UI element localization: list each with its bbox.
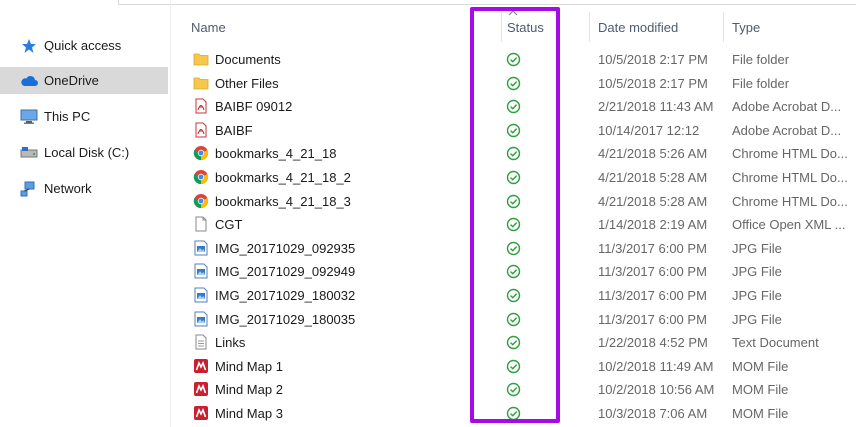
file-name: Links	[215, 335, 246, 351]
chrome-icon	[193, 169, 209, 185]
mindmap-icon	[193, 381, 209, 397]
nav-item-quick-access[interactable]: Quick access	[0, 32, 168, 59]
text-file-icon	[193, 334, 209, 350]
file-type: MOM File	[732, 406, 789, 421]
file-name: Documents	[215, 52, 281, 67]
file-type: Office Open XML ...	[732, 217, 846, 233]
file-type: File folder	[732, 75, 790, 91]
navigation-pane: Quick access OneDrive This PC Local Disk…	[0, 30, 168, 427]
column-header-name[interactable]: Name	[191, 20, 226, 35]
file-name: Mind Map 3	[215, 406, 283, 421]
file-name: BAIBF 09012	[215, 99, 293, 115]
file-date-modified: 1/22/2018 4:52 PM	[598, 335, 708, 351]
nav-item-label: OneDrive	[44, 73, 99, 88]
nav-item-label: Network	[44, 181, 92, 196]
nav-item-label: Quick access	[44, 38, 122, 53]
file-date-modified: 11/3/2017 6:00 PM	[598, 311, 707, 327]
file-name: Mind Map 2	[215, 382, 283, 398]
network-icon	[20, 180, 38, 198]
mindmap-icon	[193, 358, 209, 374]
file-name: bookmarks_4_21_18	[215, 146, 337, 162]
file-date-modified: 4/21/2018 5:28 AM	[598, 193, 708, 209]
file-date-modified: 10/2/2018 11:49 AM	[598, 358, 714, 374]
file-date-modified: 2/21/2018 11:43 AM	[598, 99, 714, 115]
file-type: Chrome HTML Do...	[732, 146, 848, 162]
nav-item-onedrive[interactable]: OneDrive	[0, 67, 168, 94]
nav-item-local-disk[interactable]: Local Disk (C:)	[0, 139, 168, 166]
file-date-modified: 10/5/2018 2:17 PM	[598, 75, 708, 91]
column-header-type[interactable]: Type	[732, 20, 760, 35]
folder-icon	[193, 75, 209, 91]
file-date-modified: 10/2/2018 10:56 AM	[598, 382, 715, 398]
image-icon	[193, 287, 209, 303]
folder-icon	[193, 51, 209, 67]
file-name: CGT	[215, 217, 243, 233]
file-name: IMG_20171029_180032	[215, 288, 356, 303]
column-resize-handle[interactable]	[589, 12, 590, 42]
file-type: JPG File	[732, 264, 782, 280]
file-name: IMG_20171029_092935	[215, 240, 356, 256]
file-type: Text Document	[732, 335, 819, 351]
nav-item-this-pc[interactable]: This PC	[0, 103, 168, 130]
file-type: MOM File	[732, 358, 789, 374]
chrome-icon	[193, 145, 209, 161]
nav-item-label: Local Disk (C:)	[44, 145, 130, 160]
file-date-modified: 11/3/2017 6:00 PM	[598, 264, 707, 280]
file-type: Adobe Acrobat D...	[732, 122, 842, 138]
image-icon	[193, 240, 209, 256]
chrome-icon	[193, 193, 209, 209]
file-type: Chrome HTML Do...	[732, 170, 848, 185]
file-date-modified: 4/21/2018 5:26 AM	[598, 146, 708, 162]
file-date-modified: 4/21/2018 5:28 AM	[598, 170, 708, 185]
file-date-modified: 10/5/2018 2:17 PM	[598, 52, 708, 67]
star-icon	[20, 37, 38, 55]
file-date-modified: 10/14/2017 12:12	[598, 122, 700, 138]
image-icon	[193, 311, 209, 327]
drive-icon	[20, 144, 38, 162]
file-name: bookmarks_4_21_18_2	[215, 170, 351, 185]
pdf-icon	[193, 122, 209, 138]
file-date-modified: 11/3/2017 6:00 PM	[598, 288, 707, 303]
file-name: bookmarks_4_21_18_3	[215, 193, 351, 209]
file-type: MOM File	[732, 382, 789, 398]
document-icon	[193, 216, 209, 232]
nav-item-label: This PC	[44, 109, 91, 124]
column-header-date-modified[interactable]: Date modified	[598, 20, 678, 35]
mindmap-icon	[193, 405, 209, 421]
file-type: JPG File	[732, 240, 782, 256]
file-type: JPG File	[732, 288, 782, 303]
file-name: Other Files	[215, 75, 279, 91]
nav-item-network[interactable]: Network	[0, 175, 168, 202]
file-name: IMG_20171029_092949	[215, 264, 356, 280]
file-date-modified: 10/3/2018 7:06 AM	[598, 406, 708, 421]
file-type: Adobe Acrobat D...	[732, 99, 842, 115]
file-type: JPG File	[732, 311, 782, 327]
file-name: IMG_20171029_180035	[215, 311, 356, 327]
status-column-highlight	[470, 7, 560, 423]
pdf-icon	[193, 98, 209, 114]
cloud-icon	[20, 72, 38, 90]
file-name: Mind Map 1	[215, 358, 283, 374]
computer-icon	[20, 108, 38, 126]
column-resize-handle[interactable]	[723, 12, 724, 42]
file-type: Chrome HTML Do...	[732, 193, 848, 209]
file-type: File folder	[732, 52, 790, 67]
file-date-modified: 1/14/2018 2:19 AM	[598, 217, 708, 233]
file-date-modified: 11/3/2017 6:00 PM	[598, 240, 707, 256]
file-name: BAIBF	[215, 122, 253, 138]
image-icon	[193, 263, 209, 279]
